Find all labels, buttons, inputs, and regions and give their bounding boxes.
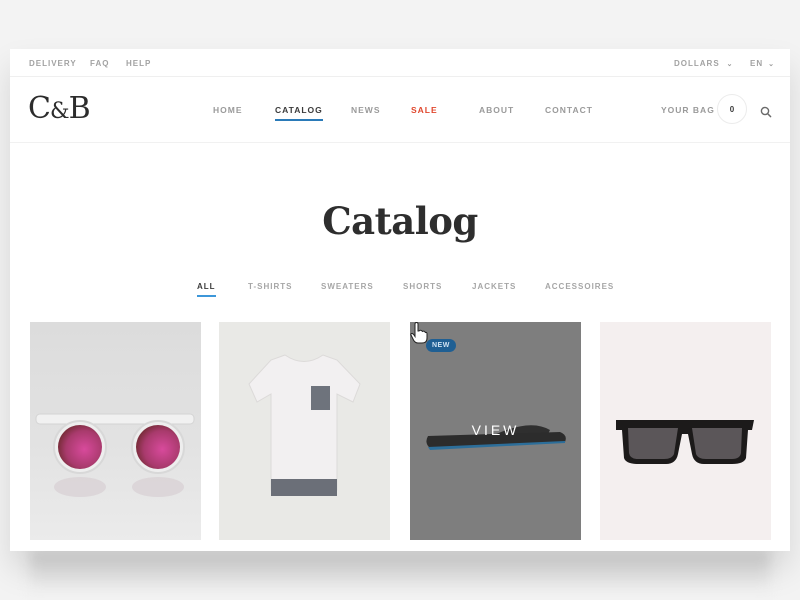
main-header: C&B HOME CATALOG NEWS SALE ABOUT CONTACT… (10, 77, 790, 143)
product-image-wayfarer-sunglasses (600, 322, 771, 540)
product-card[interactable] (600, 322, 771, 540)
search-icon[interactable] (760, 105, 772, 118)
filter-sweaters[interactable]: SWEATERS (321, 282, 374, 291)
nav-news[interactable]: NEWS (351, 105, 381, 115)
logo-letter-b: B (68, 91, 91, 126)
language-selector[interactable]: EN ⌄ (750, 59, 775, 68)
filter-accessoires[interactable]: ACCESSOIRES (545, 282, 614, 291)
nav-catalog[interactable]: CATALOG (275, 105, 323, 121)
your-bag-link[interactable]: YOUR BAG (661, 105, 715, 115)
product-card[interactable] (30, 322, 201, 540)
filter-shorts[interactable]: SHORTS (403, 282, 442, 291)
chevron-down-icon: ⌄ (768, 61, 775, 68)
faq-link[interactable]: FAQ (90, 59, 109, 68)
browser-page: DELIVERY FAQ HELP DOLLARS ⌄ EN ⌄ C&B HOME … (10, 49, 790, 551)
filter-jackets[interactable]: JACKETS (472, 282, 516, 291)
logo-ampersand: & (49, 99, 70, 124)
product-card-hovered[interactable]: NEW VIEW (410, 322, 581, 540)
nav-contact[interactable]: CONTACT (545, 105, 593, 115)
logo-letter-c: C (28, 91, 51, 126)
window-shadow (30, 551, 770, 591)
product-card[interactable] (219, 322, 390, 540)
currency-selector[interactable]: DOLLARS ⌄ (674, 59, 734, 68)
delivery-link[interactable]: DELIVERY (29, 59, 77, 68)
nav-sale[interactable]: SALE (411, 105, 438, 115)
nav-home[interactable]: HOME (213, 105, 243, 115)
bag-count: 0 (729, 104, 735, 114)
nav-about[interactable]: ABOUT (479, 105, 514, 115)
language-value: EN (750, 59, 764, 68)
filter-all[interactable]: ALL (197, 282, 216, 297)
brand-logo[interactable]: C&B (28, 91, 91, 126)
chevron-down-icon: ⌄ (726, 61, 734, 68)
page-title: Catalog (322, 199, 478, 243)
hand-cursor-icon (410, 322, 428, 344)
filter-t-shirts[interactable]: T-SHIRTS (248, 282, 292, 291)
bag-count-button[interactable]: 0 (717, 94, 747, 124)
product-image-t-shirt (219, 322, 390, 540)
utility-bar: DELIVERY FAQ HELP DOLLARS ⌄ EN ⌄ (10, 49, 790, 77)
view-button[interactable]: VIEW (410, 422, 581, 438)
new-badge: NEW (426, 339, 456, 352)
product-image-round-sunglasses (30, 322, 201, 540)
help-link[interactable]: HELP (126, 59, 151, 68)
currency-value: DOLLARS (674, 59, 720, 68)
